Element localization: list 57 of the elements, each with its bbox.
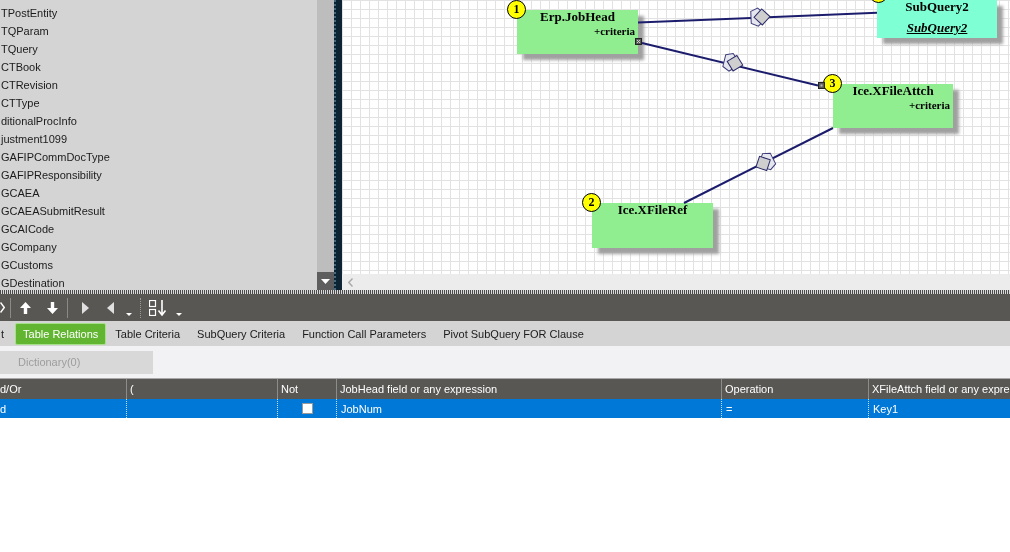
list-item[interactable]: ditionalProcInfo [0, 112, 317, 130]
tab[interactable]: SubQuery Criteria [189, 322, 294, 345]
list-item[interactable]: TPostEntity [0, 4, 317, 22]
triangle-left-icon[interactable] [107, 301, 114, 314]
splitter-bar[interactable] [334, 0, 342, 290]
scroll-down-button[interactable] [317, 272, 334, 290]
join-diamond[interactable] [722, 53, 744, 72]
table-title: Erp.JobHead [540, 10, 615, 24]
connector-handle-icon[interactable] [818, 82, 825, 89]
sort-icon[interactable] [149, 299, 167, 316]
chevron-icon[interactable] [0, 302, 5, 313]
horizontal-scrollbar[interactable] [342, 274, 1010, 290]
badge-icon [869, 0, 888, 3]
subquery-node[interactable]: SubQuery2 SubQuery2 [877, 0, 997, 38]
list-item[interactable]: justment1099 [0, 130, 317, 148]
list-item[interactable]: CTRevision [0, 76, 317, 94]
list-item[interactable]: GCAEA [0, 184, 317, 202]
connector-handle-icon[interactable] [635, 38, 642, 45]
list-item[interactable]: GCAICode [0, 220, 317, 238]
join-diamond[interactable] [755, 152, 777, 172]
table-row[interactable]: d JobNum = Key1 [0, 399, 1010, 418]
arrow-down-icon[interactable] [47, 301, 58, 314]
checkbox[interactable] [301, 403, 313, 414]
table-title: Ice.XFileRef [617, 203, 688, 217]
list-item[interactable]: GDestination [0, 274, 317, 290]
caret-down-icon[interactable] [126, 313, 132, 316]
triangle-down-icon [321, 278, 330, 284]
list-item[interactable]: TQParam [0, 22, 317, 40]
subquery-title: SubQuery2 [905, 0, 969, 14]
table-title: Ice.XFileAttch [852, 84, 934, 98]
tab[interactable]: Pivot SubQuery FOR Clause [435, 322, 592, 345]
list-item[interactable]: GCustoms [0, 256, 317, 274]
list-item[interactable]: CTType [0, 94, 317, 112]
join-diamond[interactable] [750, 7, 771, 27]
caret-down-icon[interactable] [176, 313, 182, 316]
arrow-up-icon[interactable] [20, 301, 31, 314]
vertical-scrollbar[interactable] [317, 0, 334, 290]
table-cell: = [721, 399, 868, 418]
criteria-label[interactable]: +criteria [593, 24, 635, 38]
tab[interactable]: Table Criteria [107, 322, 189, 345]
list-item[interactable]: GCompany [0, 238, 317, 256]
tab[interactable]: t [0, 322, 15, 345]
subquery-link[interactable]: SubQuery2 [906, 21, 968, 35]
table-cell: JobNum [336, 399, 721, 418]
number-badge: 2 [582, 193, 601, 212]
number-badge: 1 [507, 0, 526, 19]
tab[interactable]: Function Call Parameters [294, 322, 435, 345]
list-item[interactable]: GAFIPResponsibility [0, 166, 317, 184]
column-header[interactable]: d/Or [0, 379, 126, 399]
list-item[interactable]: TQuery [0, 40, 317, 58]
triangle-right-icon[interactable] [82, 301, 89, 314]
table-cell-text: d [0, 401, 8, 417]
list-item[interactable]: CTBook [0, 58, 317, 76]
table-cell: Key1 [868, 399, 1010, 418]
list-item[interactable]: GAFIPCommDocType [0, 148, 317, 166]
list-item[interactable]: GCAEASubmitResult [0, 202, 317, 220]
criteria-label[interactable]: +criteria [908, 98, 950, 112]
